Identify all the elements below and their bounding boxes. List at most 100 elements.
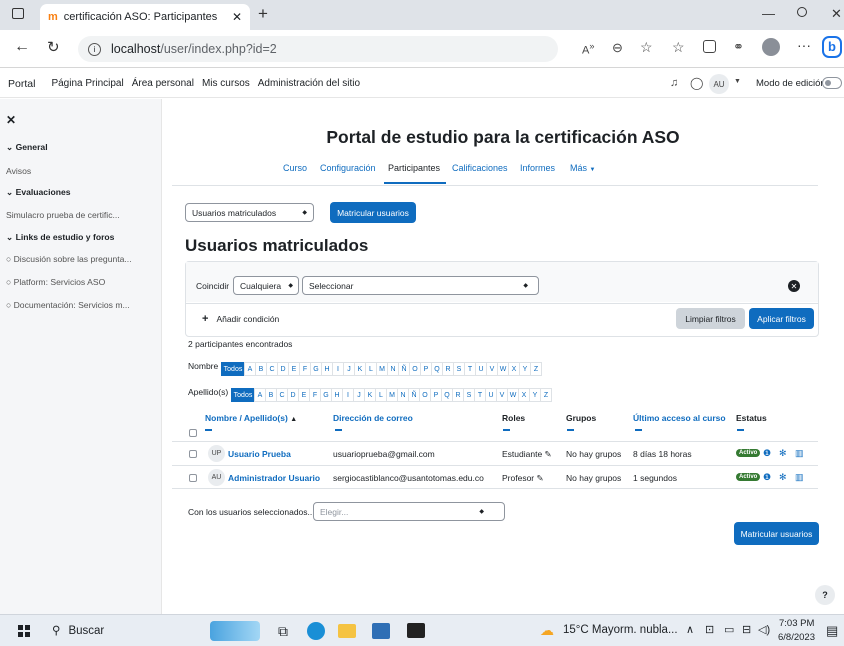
col-header-email[interactable]: Dirección de correo — [333, 413, 413, 423]
gear-icon[interactable]: ✻ — [779, 472, 787, 483]
firstname-letter-button[interactable]: Z — [530, 362, 542, 376]
sidebar-section-general[interactable]: ⌄ General — [6, 142, 48, 153]
remove-filter-icon[interactable]: ✕ — [788, 280, 800, 292]
battery-icon[interactable]: ▭ — [724, 623, 734, 636]
taskbar-search[interactable]: ⚲ Buscar — [52, 623, 104, 637]
lastname-letter-button[interactable]: Z — [540, 388, 552, 402]
user-avatar[interactable]: AU — [709, 74, 729, 94]
edge-app-icon[interactable] — [307, 622, 325, 640]
firstname-all-button[interactable]: Todos — [221, 362, 245, 376]
tab-actions-icon[interactable] — [12, 8, 24, 19]
display-icon[interactable]: ⊟ — [742, 623, 751, 636]
gear-icon[interactable]: ✻ — [779, 448, 787, 459]
volume-icon[interactable]: ◁) — [758, 623, 770, 636]
store-icon[interactable] — [372, 623, 390, 639]
enrol-users-button-bottom[interactable]: Matricular usuarios — [734, 522, 819, 545]
tab-close-icon[interactable]: ✕ — [232, 10, 242, 24]
match-select[interactable]: Cualquiera ◆ — [233, 276, 299, 295]
messages-icon[interactable]: ◯ — [690, 76, 703, 90]
clock-time[interactable]: 7:03 PM — [779, 618, 814, 629]
lastname-all-button[interactable]: Todos — [231, 388, 255, 402]
windows-start-icon[interactable] — [18, 625, 30, 637]
tab-configuracion[interactable]: Configuración — [320, 163, 376, 173]
nav-link-siteadmin[interactable]: Administración del sitio — [258, 78, 360, 89]
extension-icon[interactable]: ⚭ — [733, 39, 744, 55]
hide-column-icon[interactable] — [635, 429, 642, 431]
apply-filters-button[interactable]: Aplicar filtros — [749, 308, 814, 329]
clear-filters-button[interactable]: Limpiar filtros — [676, 308, 745, 329]
zoom-icon[interactable]: ⊖ — [612, 40, 623, 56]
weather-text[interactable]: 15°C Mayorm. nubla... — [563, 624, 678, 636]
favorite-icon[interactable]: ☆ — [640, 39, 653, 56]
sidebar-item-simulacro[interactable]: Simulacro prueba de certific... — [6, 210, 120, 220]
bing-icon[interactable]: b — [822, 36, 842, 58]
new-tab-icon[interactable]: + — [258, 4, 268, 24]
enrol-users-button[interactable]: Matricular usuarios — [330, 202, 416, 223]
help-button[interactable]: ? — [815, 585, 835, 605]
close-drawer-icon[interactable]: ✕ — [6, 113, 16, 127]
enrolled-users-select[interactable]: Usuarios matriculados ◆ — [185, 203, 314, 222]
filter-type-select[interactable]: Seleccionar ◆ — [302, 276, 539, 295]
sidebar-item-discusion[interactable]: ○ Discusión sobre las pregunta... — [6, 254, 132, 264]
task-view-icon[interactable]: ⧉ — [278, 623, 288, 640]
add-condition-link[interactable]: + Añadir condición — [202, 313, 279, 325]
restore-icon[interactable] — [797, 7, 807, 17]
refresh-icon[interactable]: ↻ — [47, 38, 60, 56]
sidebar-section-links[interactable]: ⌄ Links de estudio y foros — [6, 232, 114, 243]
hide-column-icon[interactable] — [205, 429, 212, 431]
hide-column-icon[interactable] — [567, 429, 574, 431]
col-header-last-access[interactable]: Último acceso al curso — [633, 413, 726, 423]
trash-icon[interactable]: ▥ — [795, 472, 804, 483]
info-icon[interactable]: ❶ — [763, 448, 771, 459]
notification-center-icon[interactable]: ▤ — [826, 623, 838, 639]
back-icon[interactable]: ← — [14, 38, 30, 56]
trash-icon[interactable]: ▥ — [795, 448, 804, 459]
notifications-icon[interactable]: ♫ — [670, 77, 678, 89]
tab-mas[interactable]: Más ▼ — [570, 163, 595, 173]
tab-calificaciones[interactable]: Calificaciones — [452, 163, 508, 173]
tray-chevron-icon[interactable]: ∧ — [686, 623, 694, 636]
filter-footer-divider — [186, 303, 818, 304]
participant-name-link[interactable]: Usuario Prueba — [228, 449, 291, 459]
hide-column-icon[interactable] — [737, 429, 744, 431]
row-checkbox[interactable] — [189, 474, 197, 482]
collections-icon[interactable] — [703, 40, 716, 53]
pencil-icon[interactable]: ✎ — [537, 473, 544, 483]
sidebar-section-evaluaciones[interactable]: ⌄ Evaluaciones — [6, 187, 71, 198]
nav-link-home[interactable]: Página Principal — [51, 78, 123, 89]
favorites-list-icon[interactable]: ☆ — [672, 39, 685, 56]
network-icon[interactable]: ⊡ — [705, 623, 714, 636]
tab-curso[interactable]: Curso — [283, 163, 307, 173]
close-window-icon[interactable]: ✕ — [831, 6, 842, 22]
tab-participantes[interactable]: Participantes — [388, 163, 440, 173]
site-name[interactable]: Portal — [8, 78, 35, 90]
profile-icon[interactable] — [762, 38, 780, 56]
clock-date[interactable]: 6/8/2023 — [778, 632, 815, 643]
file-explorer-icon[interactable] — [338, 624, 356, 638]
participant-name-link[interactable]: Administrador Usuario — [228, 473, 320, 483]
edit-mode-toggle[interactable] — [822, 77, 842, 89]
col-header-name[interactable]: Nombre / Apellido(s) ▲ — [205, 413, 297, 423]
url-field[interactable]: i localhost/user/index.php?id=2 — [78, 36, 558, 62]
read-aloud-icon[interactable]: A» — [582, 41, 594, 57]
minimize-icon[interactable]: — — [762, 6, 775, 21]
row-checkbox[interactable] — [189, 450, 197, 458]
user-menu-chevron-icon[interactable]: ▼ — [734, 78, 741, 85]
sidebar-item-platform[interactable]: ○ Platform: Servicios ASO — [6, 277, 105, 287]
hide-column-icon[interactable] — [335, 429, 342, 431]
more-icon[interactable]: ··· — [797, 37, 811, 53]
browser-tab[interactable]: m certificación ASO: Participantes ✕ — [40, 4, 250, 30]
chevron-down-icon: ⌄ — [6, 142, 14, 152]
sidebar-item-avisos[interactable]: Avisos — [6, 166, 31, 176]
nav-link-mycourses[interactable]: Mis cursos — [202, 78, 250, 89]
sidebar-item-documentacion[interactable]: ○ Documentación: Servicios m... — [6, 300, 130, 310]
news-widget-icon[interactable] — [210, 621, 260, 641]
hide-column-icon[interactable] — [503, 429, 510, 431]
terminal-icon[interactable] — [407, 623, 425, 638]
info-icon[interactable]: ❶ — [763, 472, 771, 483]
pencil-icon[interactable]: ✎ — [545, 449, 552, 459]
select-all-checkbox[interactable] — [189, 429, 197, 437]
nav-link-dashboard[interactable]: Área personal — [132, 78, 194, 89]
tab-informes[interactable]: Informes — [520, 163, 555, 173]
bulk-action-select[interactable]: Elegir... ◆ — [313, 502, 505, 521]
